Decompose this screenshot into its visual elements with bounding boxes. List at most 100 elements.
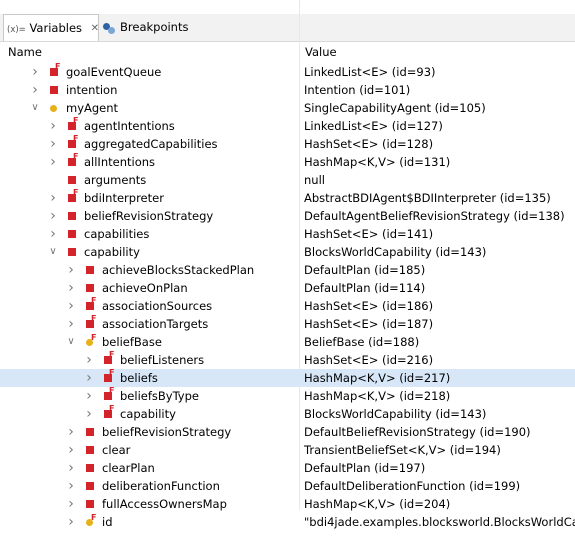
- variable-name: intention: [66, 83, 118, 97]
- variable-name: beliefRevisionStrategy: [84, 209, 214, 223]
- tree-row[interactable]: › FgoalEventQueue LinkedList<E> (id=93): [0, 63, 575, 81]
- chevron-right-icon[interactable]: ›: [66, 441, 76, 459]
- variable-name: beliefRevisionStrategy: [102, 425, 232, 439]
- field-icon: [86, 500, 94, 508]
- chevron-down-icon[interactable]: ∨: [66, 333, 76, 351]
- chevron-right-icon[interactable]: ›: [66, 297, 76, 315]
- variable-name: beliefListeners: [120, 353, 205, 367]
- variable-name: myAgent: [66, 101, 119, 115]
- variable-value: HashSet<E> (id=128): [304, 137, 434, 151]
- tree-row[interactable]: › FbeliefsByType HashMap<K,V> (id=218): [0, 387, 575, 405]
- tree-row[interactable]: › intention Intention (id=101): [0, 81, 575, 99]
- variable-value: DefaultBeliefRevisionStrategy (id=190): [304, 425, 531, 439]
- tree-row[interactable]: › FassociationTargets HashSet<E> (id=187): [0, 315, 575, 333]
- tree-row[interactable]: › Fbeliefs HashMap<K,V> (id=217): [0, 369, 575, 387]
- variable-name: clear: [102, 443, 131, 457]
- variable-value: null: [304, 173, 325, 187]
- variable-value: HashMap<K,V> (id=204): [304, 497, 451, 511]
- chevron-down-icon[interactable]: ∨: [30, 99, 40, 117]
- tree-row[interactable]: › beliefRevisionStrategy DefaultBeliefRevi…: [0, 423, 575, 441]
- field-icon: F: [104, 351, 114, 364]
- chevron-right-icon[interactable]: ›: [84, 351, 94, 369]
- chevron-right-icon[interactable]: ›: [66, 423, 76, 441]
- chevron-right-icon[interactable]: ›: [48, 117, 58, 135]
- tree-row[interactable]: › FaggregatedCapabilities HashSet<E> (id=1…: [0, 135, 575, 153]
- tree-row[interactable]: › achieveOnPlan DefaultPlan (id=114): [0, 279, 575, 297]
- local-variable-icon: [50, 105, 57, 112]
- tree-row[interactable]: ∨ capability BlocksWorldCapability (id=143…: [0, 243, 575, 261]
- variable-value: BlocksWorldCapability (id=143): [304, 245, 487, 259]
- chevron-right-icon[interactable]: ›: [84, 405, 94, 423]
- chevron-right-icon[interactable]: ›: [30, 81, 40, 99]
- tree-row[interactable]: › FallIntentions HashMap<K,V> (id=131): [0, 153, 575, 171]
- chevron-right-icon[interactable]: ›: [48, 225, 58, 243]
- field-icon: [86, 446, 94, 454]
- variable-value: BlocksWorldCapability (id=143): [304, 407, 487, 421]
- variable-name: beliefBase: [102, 335, 162, 349]
- variables-tree[interactable]: › FgoalEventQueue LinkedList<E> (id=93) › in…: [0, 63, 575, 531]
- chevron-down-icon[interactable]: ∨: [48, 243, 58, 261]
- chevron-right-icon[interactable]: ›: [66, 261, 76, 279]
- tab-variables[interactable]: (x)= Variables ✕: [3, 14, 99, 41]
- tree-row[interactable]: › beliefRevisionStrategy DefaultAgentBelie…: [0, 207, 575, 225]
- local-variable-icon: F: [86, 514, 96, 526]
- chevron-right-icon[interactable]: ›: [66, 279, 76, 297]
- variable-value: HashMap<K,V> (id=217): [304, 371, 451, 385]
- chevron-right-icon[interactable]: ›: [30, 63, 40, 81]
- tree-row[interactable]: arguments null: [0, 171, 575, 189]
- variable-name: clearPlan: [102, 461, 155, 475]
- final-modifier-icon: F: [73, 152, 79, 161]
- tree-row[interactable]: ∨ FbeliefBase BeliefBase (id=188): [0, 333, 575, 351]
- chevron-right-icon[interactable]: ›: [84, 369, 94, 387]
- field-icon: [68, 176, 76, 184]
- tree-row[interactable]: › deliberationFunction DefaultDeliberation…: [0, 477, 575, 495]
- tree-row[interactable]: › clear TransientBeliefSet<K,V> (id=194): [0, 441, 575, 459]
- tree-row[interactable]: › achieveBlocksStackedPlan DefaultPlan (id…: [0, 261, 575, 279]
- tree-row[interactable]: › Fcapability BlocksWorldCapability (id=14…: [0, 405, 575, 423]
- tree-row[interactable]: › clearPlan DefaultPlan (id=197): [0, 459, 575, 477]
- final-modifier-icon: F: [91, 513, 97, 522]
- column-header-value[interactable]: Value: [305, 42, 337, 62]
- chevron-right-icon[interactable]: ›: [66, 315, 76, 333]
- variable-value: DefaultDeliberationFunction (id=199): [304, 479, 521, 493]
- variable-name: capabilities: [84, 227, 150, 241]
- variable-name: associationSources: [102, 299, 213, 313]
- chevron-right-icon[interactable]: ›: [48, 189, 58, 207]
- variable-name: deliberationFunction: [102, 479, 220, 493]
- field-icon: [68, 230, 76, 238]
- variable-name: beliefs: [120, 371, 158, 385]
- tree-row[interactable]: ∨ myAgent SingleCapabilityAgent (id=105): [0, 99, 575, 117]
- variables-icon: (x)=: [7, 25, 26, 35]
- final-modifier-icon: F: [73, 134, 79, 143]
- tree-row[interactable]: › capabilities HashSet<E> (id=141): [0, 225, 575, 243]
- tree-row[interactable]: › FbeliefListeners HashSet<E> (id=216): [0, 351, 575, 369]
- chevron-right-icon[interactable]: ›: [66, 477, 76, 495]
- tree-row[interactable]: › FassociationSources HashSet<E> (id=186): [0, 297, 575, 315]
- tab-breakpoints[interactable]: Breakpoints: [101, 14, 188, 41]
- chevron-right-icon[interactable]: ›: [48, 153, 58, 171]
- field-icon: [86, 482, 94, 490]
- chevron-right-icon[interactable]: ›: [66, 495, 76, 513]
- table-header: Name Value: [0, 42, 575, 62]
- chevron-right-icon[interactable]: ›: [84, 387, 94, 405]
- variable-name: bdiInterpreter: [84, 191, 164, 205]
- chevron-right-icon[interactable]: ›: [48, 207, 58, 225]
- tree-row[interactable]: › fullAccessOwnersMap HashMap<K,V> (id=204…: [0, 495, 575, 513]
- variable-value: SingleCapabilityAgent (id=105): [304, 101, 486, 115]
- chevron-right-icon[interactable]: ›: [48, 135, 58, 153]
- tree-row[interactable]: › Fid "bdi4jade.examples.blocksworld.Block…: [0, 513, 575, 531]
- tree-row[interactable]: › FbdiInterpreter AbstractBDIAgent$BDIInte…: [0, 189, 575, 207]
- field-icon: F: [68, 117, 78, 130]
- field-icon: F: [68, 135, 78, 148]
- chevron-right-icon[interactable]: ›: [66, 513, 76, 531]
- column-header-name[interactable]: Name: [8, 42, 42, 62]
- final-modifier-icon: F: [109, 404, 115, 413]
- variable-value: LinkedList<E> (id=127): [304, 119, 443, 133]
- final-modifier-icon: F: [91, 296, 97, 305]
- field-icon: [68, 212, 76, 220]
- variable-name: capability: [120, 407, 176, 421]
- tab-variables-label: Variables: [29, 21, 83, 35]
- chevron-right-icon[interactable]: ›: [66, 459, 76, 477]
- tree-row[interactable]: › FagentIntentions LinkedList<E> (id=127): [0, 117, 575, 135]
- close-icon[interactable]: ✕: [91, 23, 99, 34]
